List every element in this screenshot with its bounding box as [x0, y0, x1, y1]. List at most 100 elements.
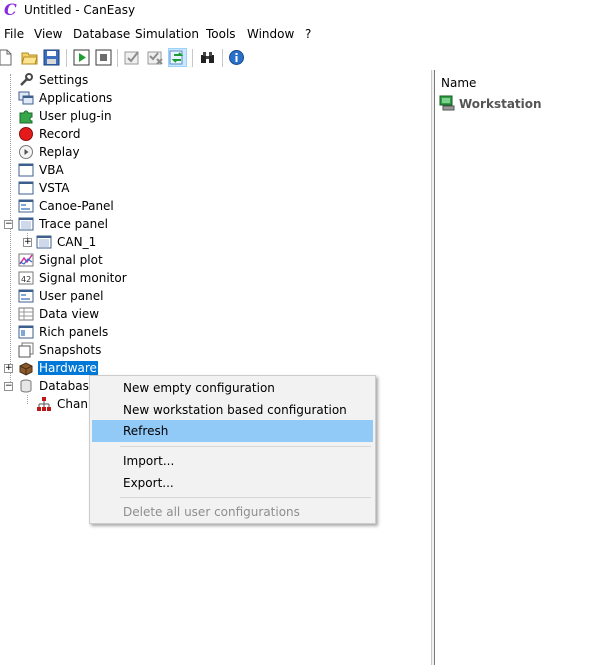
context-menu: New empty configuration New workstation … [89, 375, 376, 524]
tree-item-label: Rich panels [39, 325, 109, 339]
refresh-icon[interactable] [168, 48, 187, 67]
check-icon[interactable] [124, 49, 141, 66]
rich-panel-icon [18, 324, 34, 340]
tree-item-canoe-panel[interactable]: Canoe-Panel [18, 197, 115, 215]
menu-bar: File View Database Simulation Tools Wind… [0, 24, 609, 44]
tree-item-trace-panel[interactable]: Trace panel [18, 215, 109, 233]
menu-view[interactable]: View [34, 27, 62, 41]
tree-item-settings[interactable]: Settings [18, 71, 89, 89]
menu-item-refresh[interactable]: Refresh [92, 420, 373, 442]
details-pane: Name Workstation [435, 70, 609, 665]
menu-item-export[interactable]: Export... [92, 472, 373, 494]
trace-panel-icon [18, 216, 34, 232]
menu-item-label: Import... [123, 454, 175, 468]
window-icon [18, 162, 34, 178]
menu-separator [120, 446, 371, 447]
tree-item-label: Hardware [38, 361, 98, 375]
signal-plot-icon [18, 252, 34, 268]
network-icon [36, 396, 52, 412]
title-bar: C Untitled - CanEasy [0, 0, 609, 22]
menu-item-label: New workstation based configuration [123, 403, 347, 417]
tree-item-record[interactable]: Record [18, 125, 81, 143]
svg-text:42: 42 [21, 275, 31, 284]
menu-item-import[interactable]: Import... [92, 450, 373, 472]
menu-help[interactable]: ? [305, 27, 311, 41]
tree-item-data-view[interactable]: Data view [18, 305, 100, 323]
menu-item-label: Refresh [123, 424, 169, 438]
signal-monitor-icon: 42 [18, 270, 34, 286]
tree-item-label: Signal monitor [39, 271, 127, 285]
tree-item-hardware[interactable]: Hardware [18, 359, 98, 377]
tree-item-label: Replay [39, 145, 80, 159]
window-icon [18, 180, 34, 196]
tree-item-snapshots[interactable]: Snapshots [18, 341, 102, 359]
binoculars-icon[interactable] [199, 49, 216, 66]
tree-item-can-1[interactable]: CAN_1 [36, 233, 97, 251]
menu-database[interactable]: Database [73, 27, 130, 41]
toolbar-separator [66, 49, 67, 67]
toolbar [0, 46, 609, 70]
save-icon[interactable] [43, 49, 60, 66]
expand-toggle[interactable]: + [4, 364, 13, 373]
tree-item-label: Trace panel [39, 217, 108, 231]
menu-item-label: Export... [123, 476, 174, 490]
tree-item-label: VSTA [39, 181, 70, 195]
tree-item-user-plugin[interactable]: User plug-in [18, 107, 113, 125]
column-header-name[interactable]: Name [441, 76, 476, 90]
tree-item-label: Record [39, 127, 81, 141]
window-title: Untitled - CanEasy [24, 3, 136, 17]
workstation-icon [439, 95, 455, 114]
tree-item-signal-plot[interactable]: Signal plot [18, 251, 104, 269]
tree-item-label: Canoe-Panel [39, 199, 114, 213]
tree-item-label: Chan [57, 397, 88, 411]
caneasy-logo-icon: C [4, 0, 17, 19]
menu-window[interactable]: Window [247, 27, 294, 41]
menu-item-label: Delete all user configurations [123, 505, 300, 519]
tree-item-label: Data view [39, 307, 100, 321]
tree-item-rich-panels[interactable]: Rich panels [18, 323, 109, 341]
check-x-icon[interactable] [147, 49, 164, 66]
tree-connector [10, 74, 11, 388]
tree-item-vba[interactable]: VBA [18, 161, 65, 179]
toolbar-separator [192, 49, 193, 67]
collapse-toggle[interactable]: − [4, 382, 13, 391]
tree-item-vsta[interactable]: VSTA [18, 179, 70, 197]
info-icon[interactable] [228, 49, 245, 66]
collapse-toggle[interactable]: − [4, 220, 13, 229]
expand-toggle[interactable]: + [23, 238, 32, 247]
tree-item-label: CAN_1 [57, 235, 97, 249]
replay-icon [18, 144, 34, 160]
tree-item-label: Signal plot [39, 253, 103, 267]
hardware-icon [18, 360, 34, 376]
menu-simulation[interactable]: Simulation [135, 27, 199, 41]
stop-icon[interactable] [95, 49, 112, 66]
tree-item-signal-monitor[interactable]: 42 Signal monitor [18, 269, 128, 287]
record-icon [18, 126, 34, 142]
tree-item-label: Applications [39, 91, 113, 105]
tree-item-channel[interactable]: Chan [36, 395, 89, 413]
data-view-icon [18, 306, 34, 322]
toolbar-separator [117, 49, 118, 67]
tree-item-user-panel[interactable]: User panel [18, 287, 104, 305]
run-icon[interactable] [73, 49, 90, 66]
tree-item-applications[interactable]: Applications [18, 89, 113, 107]
tree-item-label: User plug-in [39, 109, 112, 123]
menu-item-delete-all-user-configurations[interactable]: Delete all user configurations [92, 501, 373, 523]
tree-item-replay[interactable]: Replay [18, 143, 81, 161]
workstation-label: Workstation [459, 97, 542, 111]
menu-item-new-empty-configuration[interactable]: New empty configuration [92, 377, 373, 399]
trace-panel-icon [36, 234, 52, 250]
tree-item-label: Snapshots [39, 343, 102, 357]
menu-item-new-workstation-configuration[interactable]: New workstation based configuration [92, 399, 373, 421]
database-icon [18, 378, 34, 394]
tree-item-database[interactable]: Database [18, 377, 97, 395]
wrench-icon [18, 72, 34, 88]
applications-icon [18, 90, 34, 106]
new-icon[interactable] [0, 49, 13, 66]
tree-connector [27, 395, 28, 404]
list-item-workstation[interactable]: Workstation [439, 95, 542, 113]
menu-tools[interactable]: Tools [206, 27, 236, 41]
open-icon[interactable] [21, 49, 38, 66]
toolbar-separator [222, 49, 223, 67]
menu-file[interactable]: File [4, 27, 24, 41]
